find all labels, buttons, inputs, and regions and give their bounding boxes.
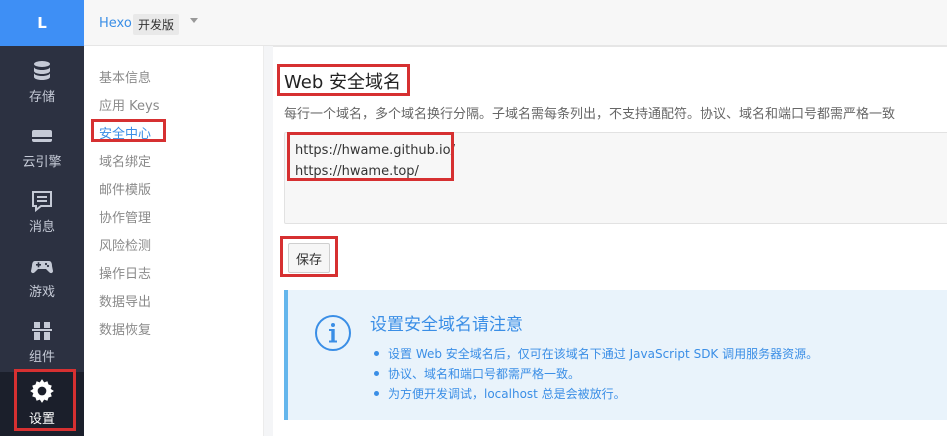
notice-list-item: 设置 Web 安全域名后，仅可在该域名下通过 JavaScript SDK 调用… xyxy=(374,345,818,362)
rail-item-games[interactable]: 游戏 xyxy=(0,247,84,307)
section-title: Web 安全域名 xyxy=(284,72,401,93)
notice-text: 设置 Web 安全域名后，仅可在该域名下通过 JavaScript SDK 调用… xyxy=(388,347,819,361)
app-logo[interactable]: L xyxy=(0,0,84,46)
bullet-icon xyxy=(374,371,379,376)
submenu-item-basic-info[interactable]: 基本信息 xyxy=(99,67,151,86)
notice-title: 设置安全域名请注意 xyxy=(370,315,523,335)
submenu-item-operation-log[interactable]: 操作日志 xyxy=(99,263,151,282)
notice-box: 设置安全域名请注意 设置 Web 安全域名后，仅可在该域名下通过 JavaScr… xyxy=(284,290,947,420)
submenu-item-data-export[interactable]: 数据导出 xyxy=(99,291,151,310)
app-name[interactable]: Hexo xyxy=(99,16,132,31)
security-card: Web 安全域名 每行一个域名，多个域名换行分隔。子域名需每条列出，不支持通配符… xyxy=(273,46,947,437)
rail-item-messages[interactable]: 消息 xyxy=(0,182,84,242)
domain-line: https://hwame.top/ xyxy=(295,164,419,179)
submenu-item-risk-detection[interactable]: 风险检测 xyxy=(99,235,151,254)
submenu-item-collaboration[interactable]: 协作管理 xyxy=(99,207,151,226)
rail-item-components[interactable]: 组件 xyxy=(0,312,84,372)
rail-item-storage[interactable]: 存储 xyxy=(0,52,84,112)
domains-textarea[interactable]: https://hwame.github.io/ https://hwame.t… xyxy=(284,132,947,224)
database-icon xyxy=(34,61,50,80)
rail-label: 消息 xyxy=(28,220,55,235)
app-nav-rail: L 存储 云引擎 消息 游戏 组件 设置 xyxy=(0,0,84,436)
rail-label: 游戏 xyxy=(28,285,55,300)
submenu-item-security[interactable]: 安全中心 xyxy=(99,123,151,142)
app-logo-letter: L xyxy=(37,14,47,32)
bullet-icon xyxy=(374,351,379,356)
message-icon xyxy=(32,191,52,212)
top-bar: Hexo 开发版 xyxy=(84,0,947,46)
section-description: 每行一个域名，多个域名换行分隔。子域名需每条列出，不支持通配符。协议、域名和端口… xyxy=(284,107,896,122)
server-icon xyxy=(32,130,52,142)
notice-text: 为方便开发调试，localhost 总是会被放行。 xyxy=(388,387,626,401)
notice-list-item: 为方便开发调试，localhost 总是会被放行。 xyxy=(374,385,626,402)
submenu-item-app-keys[interactable]: 应用 Keys xyxy=(99,95,159,114)
save-button[interactable]: 保存 xyxy=(288,243,330,273)
info-icon xyxy=(315,315,351,351)
main-content: Web 安全域名 每行一个域名，多个域名换行分隔。子域名需每条列出，不支持通配符… xyxy=(264,46,947,437)
bullet-icon xyxy=(374,391,379,396)
submenu-item-data-restore[interactable]: 数据恢复 xyxy=(99,319,151,338)
submenu-item-email-templates[interactable]: 邮件模版 xyxy=(99,179,151,198)
notice-text: 协议、域名和端口号都需严格一致。 xyxy=(388,367,581,381)
rail-item-cloud-engine[interactable]: 云引擎 xyxy=(0,117,84,177)
rail-label: 设置 xyxy=(28,412,55,427)
notice-list-item: 协议、域名和端口号都需严格一致。 xyxy=(374,365,580,382)
gear-icon xyxy=(30,379,54,403)
components-icon xyxy=(32,322,52,340)
chevron-down-icon[interactable] xyxy=(190,18,198,23)
domain-line: https://hwame.github.io/ xyxy=(295,143,455,158)
rail-label: 云引擎 xyxy=(22,155,62,170)
rail-item-settings[interactable]: 设置 xyxy=(0,372,84,436)
env-badge[interactable]: 开发版 xyxy=(133,14,180,35)
submenu-item-domain-binding[interactable]: 域名绑定 xyxy=(99,151,151,170)
rail-label: 组件 xyxy=(28,350,55,365)
settings-submenu: 基本信息 应用 Keys 安全中心 域名绑定 邮件模版 协作管理 风险检测 操作… xyxy=(84,46,264,436)
gamepad-icon xyxy=(31,261,53,274)
rail-label: 存储 xyxy=(28,90,55,105)
